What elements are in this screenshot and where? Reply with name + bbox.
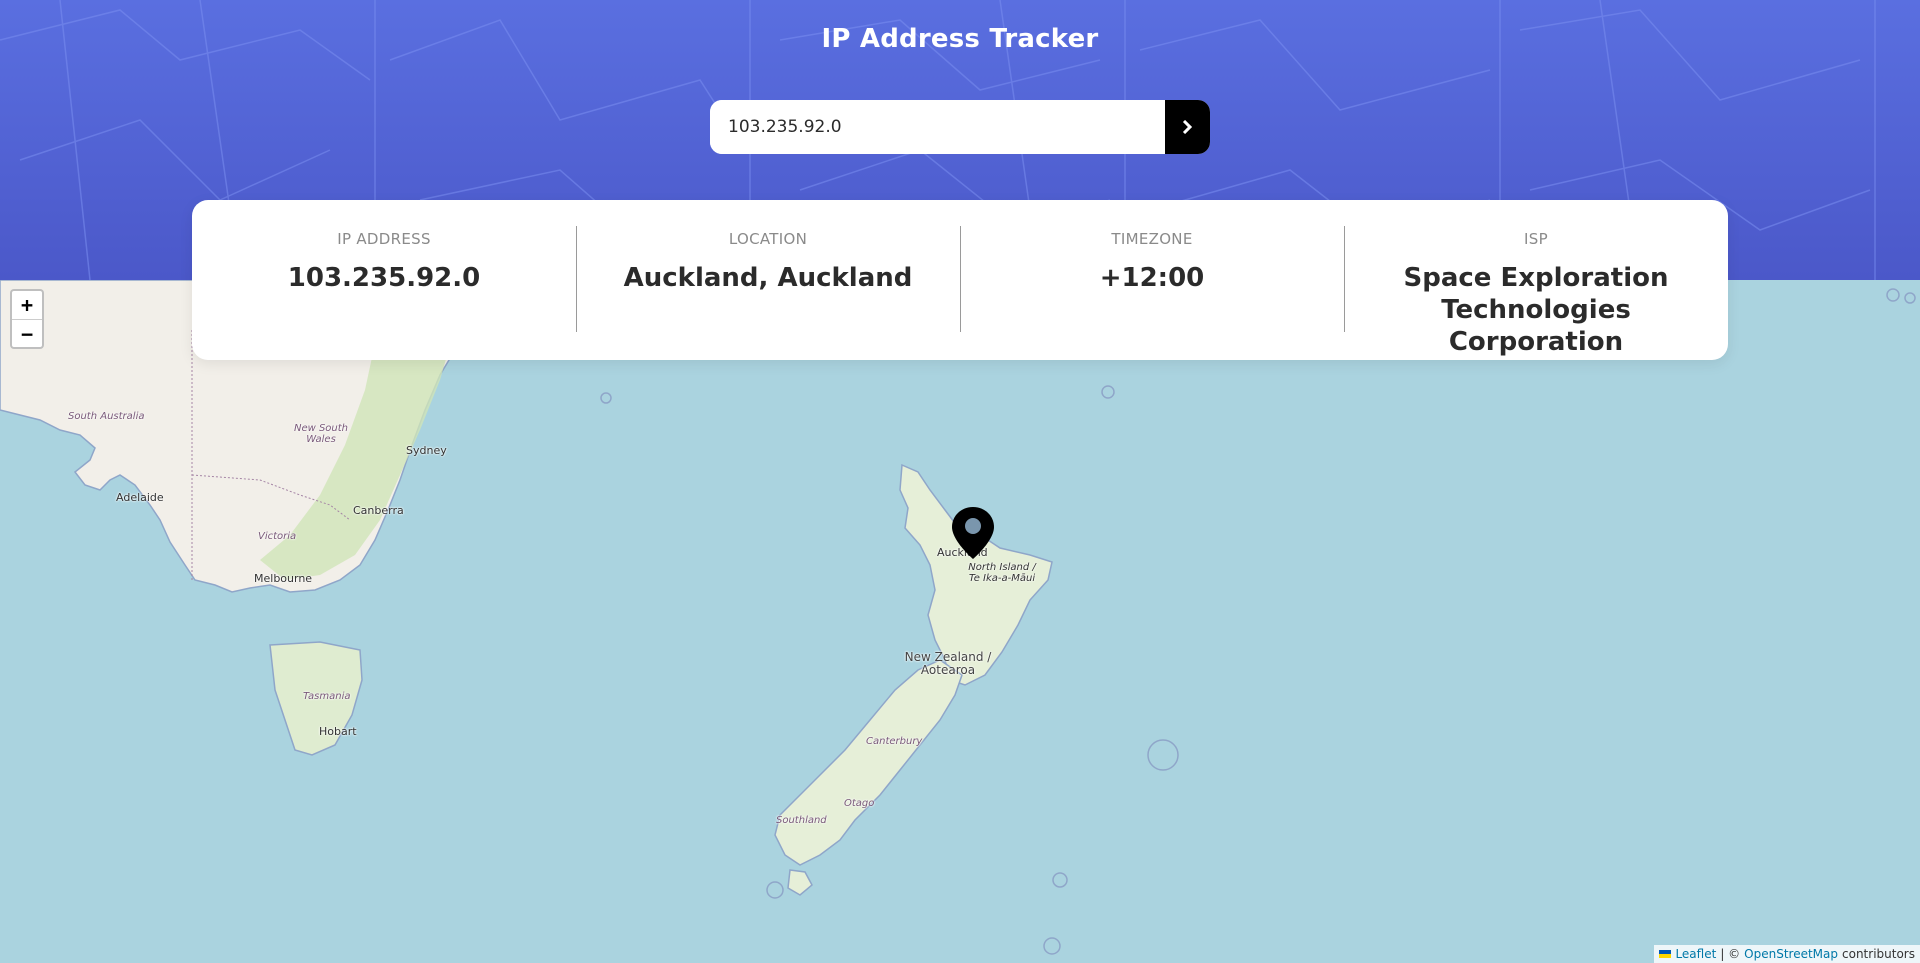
chevron-right-icon (1182, 120, 1193, 134)
island-4 (1052, 872, 1068, 888)
island-6 (1043, 937, 1061, 955)
label-melbourne: Melbourne (254, 572, 313, 585)
timezone-section: TIMEZONE +12:00 (960, 200, 1344, 360)
label-new-zealand: New Zealand / Aotearoa (904, 650, 992, 677)
island-2 (600, 392, 612, 404)
zoom-control: + − (10, 289, 44, 349)
label-canterbury: Canterbury (866, 736, 923, 747)
attribution-separator: | © (1720, 947, 1741, 961)
ip-info-card: IP ADDRESS 103.235.92.0 LOCATION Aucklan… (192, 200, 1728, 360)
island-7 (1886, 288, 1900, 302)
timezone-value: +12:00 (1099, 263, 1205, 293)
isp-section: ISP Space Exploration Technologies Corpo… (1344, 200, 1728, 360)
label-tasmania: Tasmania (303, 691, 351, 702)
zoom-in-button[interactable]: + (12, 291, 42, 319)
island-1 (1101, 385, 1115, 399)
label-sydney: Sydney (406, 444, 447, 457)
attribution-suffix: contributors (1842, 947, 1915, 961)
openstreetmap-link[interactable]: OpenStreetMap (1744, 945, 1838, 963)
island-5 (766, 881, 784, 899)
location-value: Auckland, Auckland (623, 263, 913, 293)
island-8 (1904, 292, 1916, 304)
leaflet-link[interactable]: Leaflet (1675, 945, 1716, 963)
label-canberra: Canberra (353, 504, 404, 517)
ip-address-section: IP ADDRESS 103.235.92.0 (192, 200, 576, 360)
ukraine-flag-icon (1659, 950, 1672, 958)
location-section: LOCATION Auckland, Auckland (576, 200, 960, 360)
label-new-south-wales: New South Wales (293, 423, 349, 445)
isp-label: ISP (1524, 230, 1548, 248)
map[interactable]: South Australia New South Wales Sydney A… (0, 280, 1920, 963)
zoom-out-button[interactable]: − (12, 319, 42, 347)
label-victoria: Victoria (258, 531, 297, 542)
search-form (710, 100, 1210, 154)
label-otago: Otago (844, 798, 875, 809)
location-pin-icon[interactable] (950, 505, 996, 561)
ip-address-label: IP ADDRESS (337, 230, 431, 248)
label-adelaide: Adelaide (116, 491, 164, 504)
ip-search-input[interactable] (710, 100, 1165, 154)
label-south-australia: South Australia (68, 411, 145, 422)
label-hobart: Hobart (319, 725, 357, 738)
search-submit-button[interactable] (1165, 100, 1210, 154)
ip-address-value: 103.235.92.0 (287, 263, 481, 293)
island-3 (1147, 739, 1179, 771)
isp-value: Space Exploration Technologies Corporati… (1403, 263, 1669, 357)
label-north-island: North Island / Te Ika-a-Māui (968, 562, 1036, 584)
map-attribution: Leaflet | © OpenStreetMap contributors (1654, 945, 1920, 963)
stewart-island (787, 869, 813, 896)
map-land (0, 280, 1916, 955)
page-title: IP Address Tracker (821, 24, 1099, 54)
south-island-landmass (774, 659, 963, 866)
location-label: LOCATION (728, 230, 808, 248)
label-southland: Southland (776, 815, 827, 826)
timezone-label: TIMEZONE (1111, 230, 1193, 248)
